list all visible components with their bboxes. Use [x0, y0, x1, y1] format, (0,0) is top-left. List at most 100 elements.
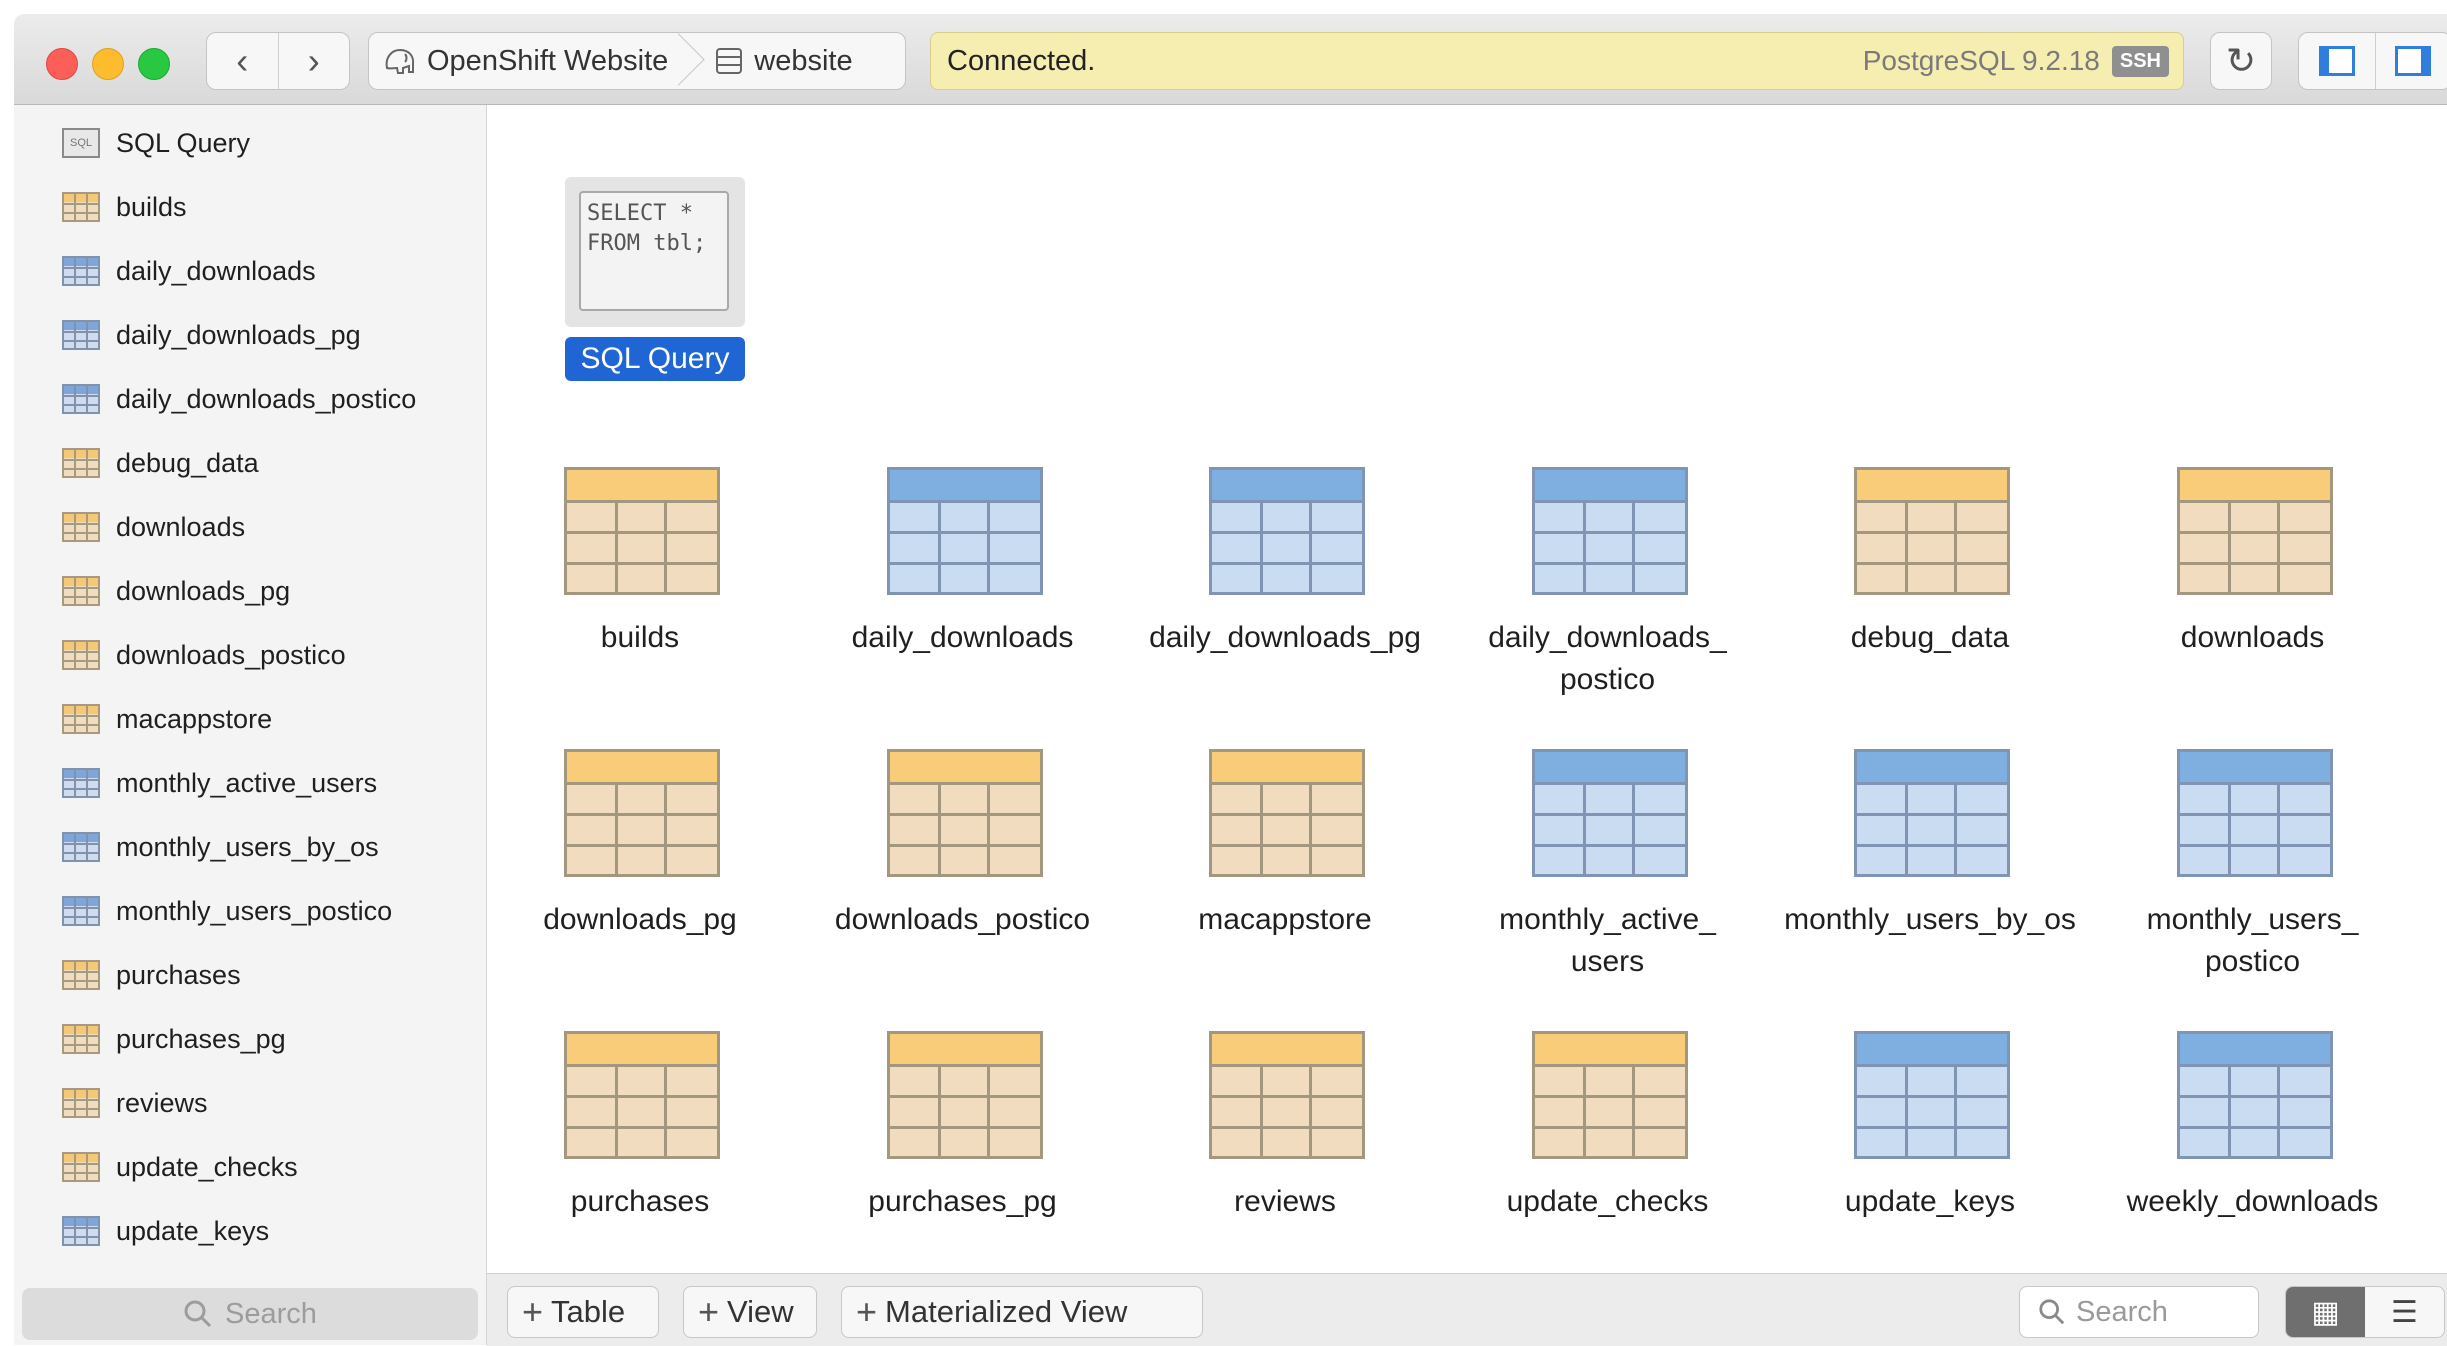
- minimize-window-button[interactable]: [92, 48, 124, 80]
- toolbar: ‹ › OpenShift Website website Connected.: [14, 14, 2447, 105]
- table-tile[interactable]: monthly_users_by_os: [1769, 749, 2091, 919]
- table-icon: [62, 192, 100, 222]
- table-icon: [887, 1031, 1043, 1159]
- sidebar-item[interactable]: SQLSQL Query: [62, 123, 250, 163]
- view-icon: [62, 768, 100, 798]
- search-icon: [2038, 1298, 2066, 1326]
- table-tile-label: monthly_active_ users: [1447, 899, 1769, 983]
- table-tile[interactable]: update_checks: [1447, 1031, 1769, 1201]
- table-icon: [62, 512, 100, 542]
- sidebar-item[interactable]: downloads_postico: [62, 635, 346, 675]
- table-tile[interactable]: update_keys: [1769, 1031, 2091, 1201]
- sidebar-item-label: builds: [116, 192, 187, 223]
- sidebar-search-placeholder: Search: [225, 1298, 317, 1331]
- server-version: PostgreSQL 9.2.18: [1863, 45, 2100, 77]
- table-tile-label: update_keys: [1769, 1181, 2091, 1223]
- sidebar-item[interactable]: daily_downloads_pg: [62, 315, 361, 355]
- close-window-button[interactable]: [46, 48, 78, 80]
- view-icon: [62, 832, 100, 862]
- content-search-field[interactable]: Search: [2019, 1286, 2259, 1338]
- sidebar-item[interactable]: downloads_pg: [62, 571, 290, 611]
- table-icon: [1209, 749, 1365, 877]
- toggle-left-pane-button[interactable]: [2299, 33, 2375, 89]
- navigation-buttons: ‹ ›: [206, 32, 350, 90]
- table-tile-label: monthly_users_by_os: [1769, 899, 2091, 941]
- add-materialized-view-label: Materialized View: [885, 1294, 1127, 1330]
- sidebar-item-label: macappstore: [116, 704, 272, 735]
- table-icon: [1209, 1031, 1365, 1159]
- table-tile[interactable]: downloads: [2092, 467, 2414, 637]
- sidebar-item[interactable]: daily_downloads: [62, 251, 316, 291]
- table-tile[interactable]: builds: [479, 467, 801, 637]
- table-tile-label: update_checks: [1447, 1181, 1769, 1223]
- sidebar-item[interactable]: purchases: [62, 955, 241, 995]
- sidebar-item[interactable]: purchases_pg: [62, 1019, 286, 1059]
- breadcrumb: OpenShift Website website: [368, 32, 906, 90]
- sidebar-item[interactable]: daily_downloads_postico: [62, 379, 416, 419]
- table-tile[interactable]: purchases: [479, 1031, 801, 1201]
- breadcrumb-database-label: website: [754, 45, 852, 78]
- content-search-placeholder: Search: [2076, 1296, 2168, 1329]
- refresh-button[interactable]: ↻: [2210, 32, 2272, 90]
- table-tile-label: weekly_downloads: [2092, 1181, 2414, 1223]
- sidebar-item[interactable]: update_keys: [62, 1211, 269, 1251]
- sidebar-search-field[interactable]: Search: [22, 1288, 478, 1340]
- sql-query-tile-label[interactable]: SQL Query: [565, 337, 745, 381]
- table-tile[interactable]: daily_downloads_ postico: [1447, 467, 1769, 637]
- breadcrumb-database[interactable]: website: [700, 33, 866, 89]
- sidebar-item[interactable]: monthly_users_postico: [62, 891, 392, 931]
- list-icon: ☰: [2391, 1295, 2418, 1330]
- sidebar-item-label: purchases: [116, 960, 241, 991]
- table-tile[interactable]: reviews: [1124, 1031, 1446, 1201]
- add-table-button[interactable]: + Table: [507, 1286, 659, 1338]
- sql-query-tile[interactable]: SELECT * FROM tbl;: [565, 177, 745, 327]
- view-icon: [62, 384, 100, 414]
- table-tile[interactable]: downloads_postico: [802, 749, 1124, 919]
- table-tile[interactable]: purchases_pg: [802, 1031, 1124, 1201]
- toggle-right-pane-button[interactable]: [2375, 33, 2447, 89]
- table-tile[interactable]: monthly_active_ users: [1447, 749, 1769, 919]
- sidebar: SQLSQL Query builds daily_downloads daily_d…: [14, 105, 487, 1345]
- view-icon: [62, 896, 100, 926]
- sidebar-item[interactable]: monthly_users_by_os: [62, 827, 379, 867]
- table-tile[interactable]: weekly_downloads: [2092, 1031, 2414, 1201]
- table-tile-label: daily_downloads: [802, 617, 1124, 659]
- list-view-button[interactable]: ☰: [2365, 1287, 2444, 1337]
- breadcrumb-server[interactable]: OpenShift Website: [369, 33, 682, 89]
- sidebar-item[interactable]: macappstore: [62, 699, 272, 739]
- add-materialized-view-button[interactable]: + Materialized View: [841, 1286, 1203, 1338]
- sidebar-item-label: debug_data: [116, 448, 259, 479]
- forward-button[interactable]: ›: [278, 33, 350, 89]
- table-tile[interactable]: macappstore: [1124, 749, 1446, 919]
- sidebar-item[interactable]: update_checks: [62, 1147, 298, 1187]
- sql-query-icon: SQL: [62, 128, 100, 158]
- table-icon: [62, 640, 100, 670]
- zoom-window-button[interactable]: [138, 48, 170, 80]
- table-tile-label: downloads_postico: [802, 899, 1124, 941]
- sidebar-item[interactable]: reviews: [62, 1083, 208, 1123]
- table-icon: [62, 704, 100, 734]
- database-icon: [714, 46, 744, 76]
- table-tile[interactable]: monthly_users_ postico: [2092, 749, 2414, 919]
- view-icon: [1854, 1031, 2010, 1159]
- sidebar-item[interactable]: monthly_active_users: [62, 763, 377, 803]
- table-tile-label: daily_downloads_ postico: [1447, 617, 1769, 701]
- sidebar-item-label: daily_downloads_pg: [116, 320, 361, 351]
- table-tile-label: debug_data: [1769, 617, 2091, 659]
- table-icon: [564, 1031, 720, 1159]
- table-icon: [62, 448, 100, 478]
- table-tile[interactable]: downloads_pg: [479, 749, 801, 919]
- plus-icon: +: [698, 1294, 719, 1330]
- table-tile[interactable]: debug_data: [1769, 467, 2091, 637]
- add-view-button[interactable]: + View: [683, 1286, 817, 1338]
- sidebar-item-label: monthly_users_by_os: [116, 832, 379, 863]
- sidebar-item[interactable]: builds: [62, 187, 187, 227]
- plus-icon: +: [856, 1294, 877, 1330]
- table-tile[interactable]: daily_downloads_pg: [1124, 467, 1446, 637]
- sidebar-item[interactable]: downloads: [62, 507, 245, 547]
- grid-view-button[interactable]: ▦: [2286, 1287, 2365, 1337]
- table-tile[interactable]: daily_downloads: [802, 467, 1124, 637]
- sidebar-item[interactable]: debug_data: [62, 443, 259, 483]
- back-button[interactable]: ‹: [207, 33, 278, 89]
- sidebar-item-label: update_keys: [116, 1216, 269, 1247]
